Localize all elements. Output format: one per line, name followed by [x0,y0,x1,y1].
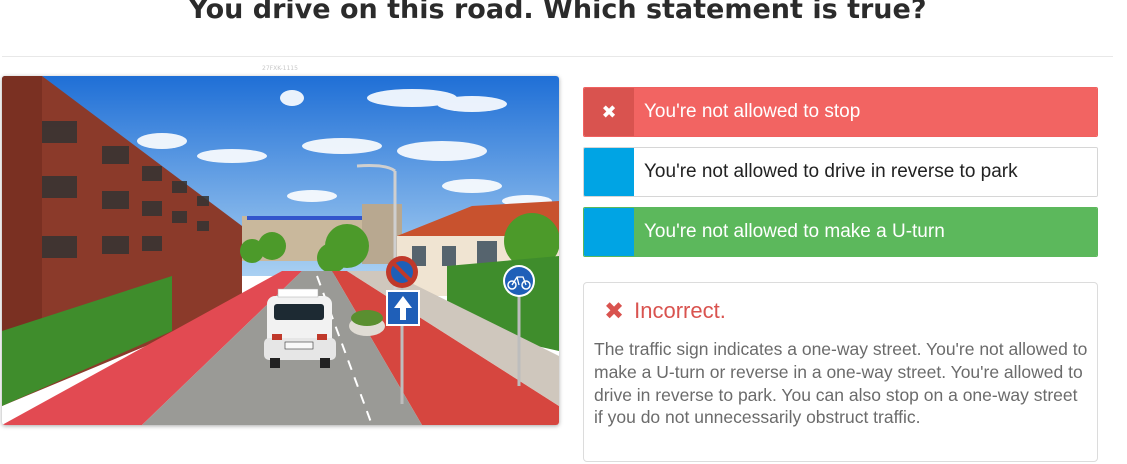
answer-label: You're not allowed to make a U-turn [634,208,1097,256]
answer-option-3[interactable]: You're not allowed to make a U-turn [583,207,1098,257]
divider [2,56,1113,57]
answer-marker [584,148,634,196]
answer-label: You're not allowed to drive in reverse t… [634,148,1097,196]
image-caption: 27FXK-1115 [262,65,298,72]
feedback-verdict: Incorrect. [634,298,726,323]
close-icon: ✖ [604,297,625,325]
answer-option-1[interactable]: ✖ You're not allowed to stop [583,87,1098,137]
answer-option-2[interactable]: You're not allowed to drive in reverse t… [583,147,1098,197]
question-image [2,76,559,425]
answer-label: You're not allowed to stop [634,88,1097,136]
answer-marker [584,208,634,256]
question-title: You drive on this road. Which statement … [188,0,927,25]
feedback-explanation: The traffic sign indicates a one-way str… [594,339,1088,428]
feedback-header: ✖ Incorrect. [604,297,726,325]
wrong-answer-icon: ✖ [584,88,634,136]
feedback-panel: ✖ Incorrect. The traffic sign indicates … [583,282,1098,462]
